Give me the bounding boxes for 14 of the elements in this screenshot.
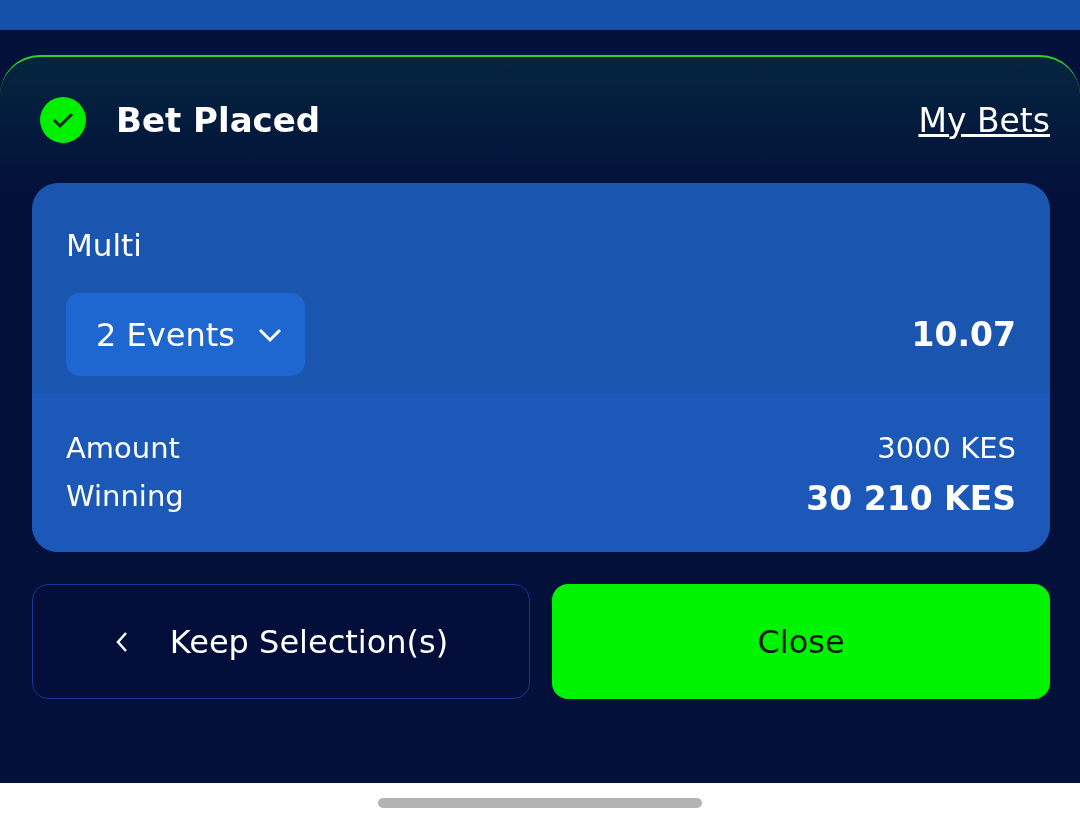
odds-value: 10.07: [911, 315, 1016, 354]
bet-placed-title: Bet Placed: [116, 100, 322, 140]
row-value: 30 210 KES: [806, 479, 1016, 518]
home-indicator[interactable]: [378, 798, 702, 808]
events-dropdown[interactable]: 2 Events: [66, 293, 305, 376]
row-value: 3000 KES: [877, 431, 1016, 465]
check-circle-icon: [40, 97, 86, 143]
chevron-down-icon: [256, 326, 283, 343]
row-label: Amount: [66, 431, 180, 465]
keep-selections-button[interactable]: Keep Selection(s): [32, 584, 530, 699]
close-button[interactable]: Close: [552, 584, 1050, 699]
bet-type-label: Multi: [66, 227, 143, 263]
row-label: Winning: [66, 479, 184, 515]
my-bets-link[interactable]: My Bets: [918, 100, 1050, 140]
